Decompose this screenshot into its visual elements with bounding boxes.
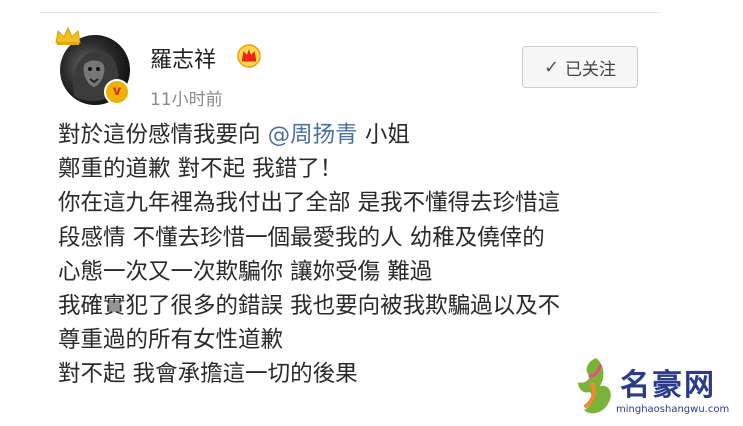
content-line: 鄭重的道歉 對不起 我錯了！ [58, 156, 343, 183]
content-text: 對於這份感情我要向 [58, 122, 268, 148]
post-content: 對於這份感情我要向 @周扬青 小姐 鄭重的道歉 對不起 我錯了！ 你在這九年裡為… [58, 118, 688, 392]
content-line: 段感情 不懂去珍惜一個最愛我的人 幼稚及僥倖的 [58, 224, 545, 251]
verified-badge: v [104, 79, 130, 105]
check-icon: ✓ [543, 56, 560, 78]
content-line: 我確實犯了很多的錯誤 我也要向被我欺騙過以及不 [58, 292, 561, 319]
content-line: 你在這九年裡為我付出了全部 是我不懂得去珍惜這 [58, 190, 561, 217]
weibo-post-card: v 羅志祥 11小时前 ✓ 已关注 對於這份感情我要向 @周扬青 小姐 鄭重的道… [0, 0, 743, 426]
follow-button[interactable]: ✓ 已关注 [522, 46, 638, 88]
username[interactable]: 羅志祥 [150, 42, 216, 74]
watermark-title: 名豪网 [620, 368, 716, 403]
watermark-logo-icon [578, 358, 611, 414]
divider [40, 12, 660, 13]
watermark-url: minghaoshangwu.com [616, 404, 730, 415]
mention-link[interactable]: @周扬青 [268, 122, 358, 148]
post-timestamp[interactable]: 11小时前 [150, 85, 223, 110]
crown-icon [55, 26, 81, 45]
vip-crown-icon[interactable] [236, 42, 262, 68]
content-line: 對於這份感情我要向 @周扬青 小姐 [58, 118, 688, 152]
avatar[interactable]: v [55, 26, 130, 105]
content-text: 小姐 [357, 122, 410, 148]
follow-button-label: 已关注 [565, 59, 617, 80]
site-watermark: 名豪网 minghaoshangwu.com [570, 352, 740, 422]
content-line: 心態一次又一次欺騙你 讓妳受傷 難過 [58, 258, 433, 285]
